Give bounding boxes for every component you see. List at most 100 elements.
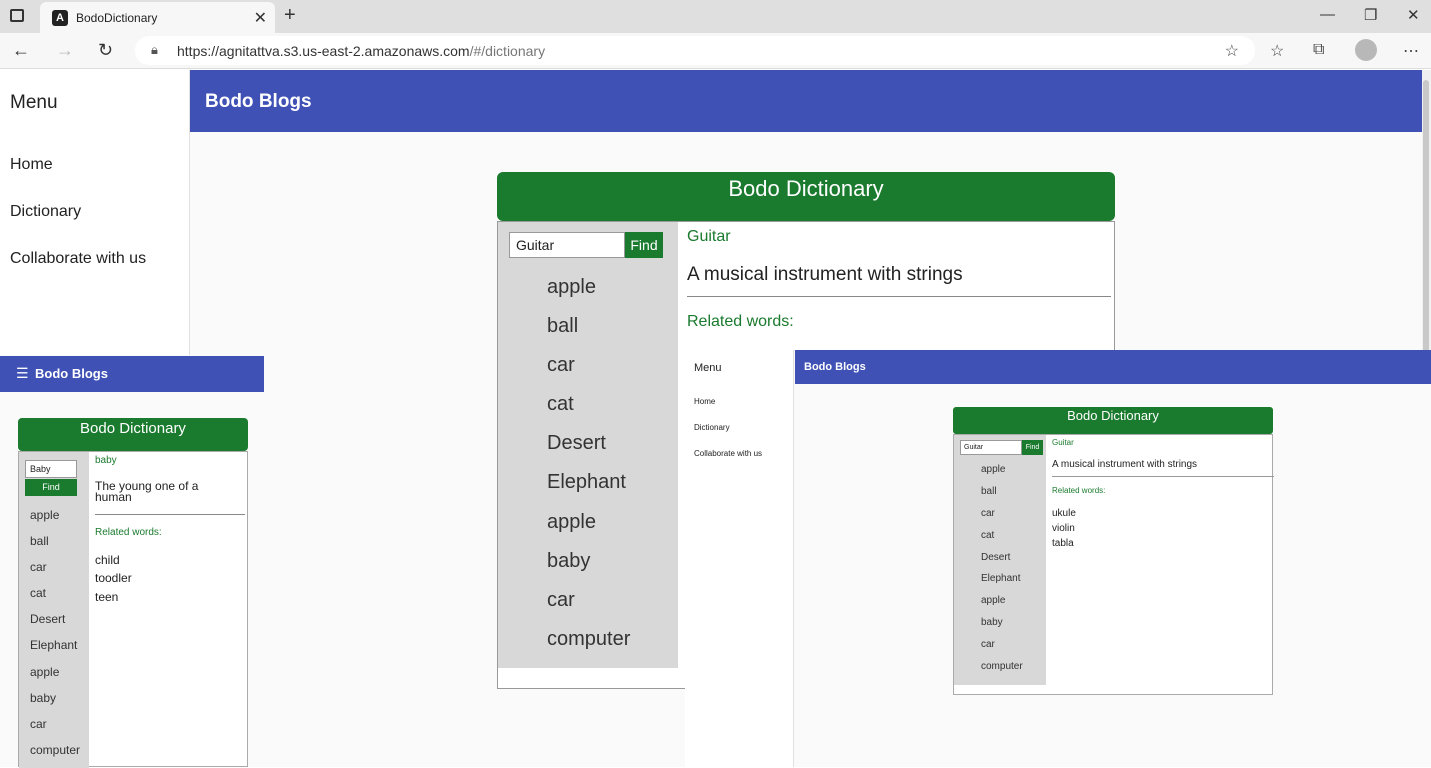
mobile-toolbar: ☰ Bodo Blogs bbox=[0, 356, 264, 392]
nav-link-home[interactable]: Home bbox=[10, 156, 53, 174]
word-item[interactable]: baby bbox=[547, 550, 590, 573]
collections-icon[interactable]: ⧉ bbox=[1313, 41, 1324, 59]
word-item[interactable]: apple bbox=[30, 665, 59, 679]
tab-actions-icon[interactable] bbox=[10, 9, 24, 22]
related-word[interactable]: tabla bbox=[1052, 538, 1074, 549]
definition-text: A musical instrument with strings bbox=[687, 264, 963, 285]
preview-nav-link-home[interactable]: Home bbox=[694, 397, 715, 406]
desktop-preview: Menu Home Dictionary Collaborate with us… bbox=[685, 350, 1431, 767]
mobile-selected-word: baby bbox=[95, 455, 117, 466]
preview-nav-link-dictionary[interactable]: Dictionary bbox=[694, 423, 730, 432]
close-window-icon[interactable]: ✕ bbox=[1407, 6, 1420, 24]
mobile-definition-text: The young one of a human bbox=[95, 479, 199, 504]
lock-icon[interactable]: 🔒︎ bbox=[151, 42, 158, 58]
angular-logo-icon: A bbox=[52, 10, 68, 26]
word-item[interactable]: Desert bbox=[30, 612, 65, 626]
side-navigation: Menu Home Dictionary Collaborate with us bbox=[0, 70, 190, 355]
back-icon[interactable]: ← bbox=[12, 40, 30, 61]
word-item[interactable]: car bbox=[981, 639, 995, 650]
url-text[interactable]: https://agnitattva.s3.us-east-2.amazonaw… bbox=[177, 43, 545, 59]
url-field[interactable]: 🔒︎ https://agnitattva.s3.us-east-2.amazo… bbox=[135, 36, 1255, 65]
word-item[interactable]: ball bbox=[981, 486, 997, 497]
app-title: Bodo Blogs bbox=[205, 91, 312, 112]
preview-toolbar: Bodo Blogs bbox=[795, 350, 1431, 384]
word-item[interactable]: computer bbox=[547, 628, 630, 651]
word-item[interactable]: Desert bbox=[981, 552, 1010, 563]
preview-word-list-panel: Guitar Find apple ball car cat Desert El… bbox=[954, 435, 1046, 685]
related-word[interactable]: violin bbox=[1052, 523, 1075, 534]
mobile-find-button[interactable]: Find bbox=[25, 479, 77, 496]
nav-link-dictionary[interactable]: Dictionary bbox=[10, 203, 81, 221]
preview-find-button[interactable]: Find bbox=[1022, 440, 1043, 455]
preview-app-title: Bodo Blogs bbox=[804, 361, 866, 373]
word-item[interactable]: apple bbox=[30, 508, 59, 522]
word-item[interactable]: baby bbox=[981, 617, 1003, 628]
word-item[interactable]: computer bbox=[981, 661, 1023, 672]
menu-title: Menu bbox=[10, 92, 58, 113]
related-word[interactable]: ukule bbox=[1052, 508, 1076, 519]
selected-word: Guitar bbox=[687, 228, 731, 245]
address-bar: ← → ↻ 🔒︎ https://agnitattva.s3.us-east-2… bbox=[0, 33, 1431, 69]
word-item[interactable]: cat bbox=[547, 393, 574, 416]
browser-tab-bar: A BodoDictionary ✕ + — ❐ ✕ bbox=[0, 0, 1431, 33]
favorites-icon[interactable]: ☆ bbox=[1270, 41, 1284, 61]
word-item[interactable]: apple bbox=[547, 511, 596, 534]
divider bbox=[1052, 476, 1274, 477]
word-item[interactable]: apple bbox=[981, 464, 1005, 475]
mobile-dictionary-header: Bodo Dictionary bbox=[18, 418, 248, 451]
word-item[interactable]: Elephant bbox=[30, 638, 77, 652]
new-tab-icon[interactable]: + bbox=[284, 4, 296, 27]
word-item[interactable]: car bbox=[547, 589, 575, 612]
related-word[interactable]: teen bbox=[95, 590, 118, 604]
word-item[interactable]: ball bbox=[30, 534, 49, 548]
mobile-search-input[interactable]: Baby bbox=[25, 460, 77, 478]
word-list-panel: Guitar Find apple ball car cat Desert El… bbox=[498, 222, 678, 668]
mobile-related-words-label: Related words: bbox=[95, 527, 162, 538]
word-item[interactable]: Elephant bbox=[547, 471, 626, 494]
forward-icon[interactable]: → bbox=[56, 40, 74, 61]
word-item[interactable]: apple bbox=[547, 276, 596, 299]
scrollbar-thumb[interactable] bbox=[1423, 80, 1429, 360]
word-item[interactable]: baby bbox=[30, 691, 56, 705]
word-item[interactable]: car bbox=[547, 354, 575, 377]
related-words-label: Related words: bbox=[687, 313, 794, 330]
word-item[interactable]: apple bbox=[981, 595, 1005, 606]
preview-search-input[interactable]: Guitar bbox=[960, 440, 1022, 455]
preview-related-words-label: Related words: bbox=[1052, 486, 1106, 495]
word-item[interactable]: car bbox=[30, 717, 47, 731]
word-item[interactable]: car bbox=[981, 508, 995, 519]
word-item[interactable]: cat bbox=[981, 530, 994, 541]
reload-icon[interactable]: ↻ bbox=[98, 40, 113, 61]
search-input[interactable]: Guitar bbox=[509, 232, 625, 258]
app-toolbar: Bodo Blogs bbox=[190, 70, 1422, 132]
preview-dictionary-card: Guitar Find apple ball car cat Desert El… bbox=[953, 434, 1274, 695]
page-content: Menu Home Dictionary Collaborate with us… bbox=[0, 70, 1431, 768]
profile-avatar[interactable] bbox=[1355, 39, 1377, 61]
word-item[interactable]: computer bbox=[30, 743, 80, 757]
mobile-app-title: Bodo Blogs bbox=[35, 366, 108, 381]
word-item[interactable]: car bbox=[30, 560, 47, 574]
word-item[interactable]: ball bbox=[547, 315, 578, 338]
word-item[interactable]: Desert bbox=[547, 432, 606, 455]
preview-side-navigation: Menu Home Dictionary Collaborate with us bbox=[685, 350, 794, 767]
close-tab-icon[interactable]: ✕ bbox=[254, 8, 267, 28]
add-favorite-icon[interactable]: ☆ bbox=[1225, 41, 1239, 61]
divider bbox=[95, 514, 245, 515]
nav-link-collaborate[interactable]: Collaborate with us bbox=[10, 250, 146, 268]
divider bbox=[687, 296, 1111, 297]
preview-nav-link-collaborate[interactable]: Collaborate with us bbox=[694, 449, 762, 458]
word-item[interactable]: cat bbox=[30, 586, 46, 600]
related-word[interactable]: toodler bbox=[95, 571, 132, 585]
find-button[interactable]: Find bbox=[625, 232, 663, 258]
preview-dictionary-header: Bodo Dictionary bbox=[953, 407, 1273, 434]
related-word[interactable]: child bbox=[95, 553, 120, 567]
mobile-word-list-panel: Baby Find apple ball car cat Desert Elep… bbox=[19, 452, 89, 768]
browser-tab[interactable]: A BodoDictionary ✕ bbox=[40, 2, 275, 33]
preview-selected-word: Guitar bbox=[1052, 438, 1074, 447]
word-item[interactable]: Elephant bbox=[981, 573, 1020, 584]
mobile-dictionary-card: Baby Find apple ball car cat Desert Elep… bbox=[18, 451, 248, 768]
restore-icon[interactable]: ❐ bbox=[1364, 6, 1377, 24]
more-options-icon[interactable]: ⋯ bbox=[1403, 41, 1419, 61]
minimize-icon[interactable]: — bbox=[1320, 6, 1335, 23]
hamburger-menu-icon[interactable]: ☰ bbox=[16, 365, 29, 382]
